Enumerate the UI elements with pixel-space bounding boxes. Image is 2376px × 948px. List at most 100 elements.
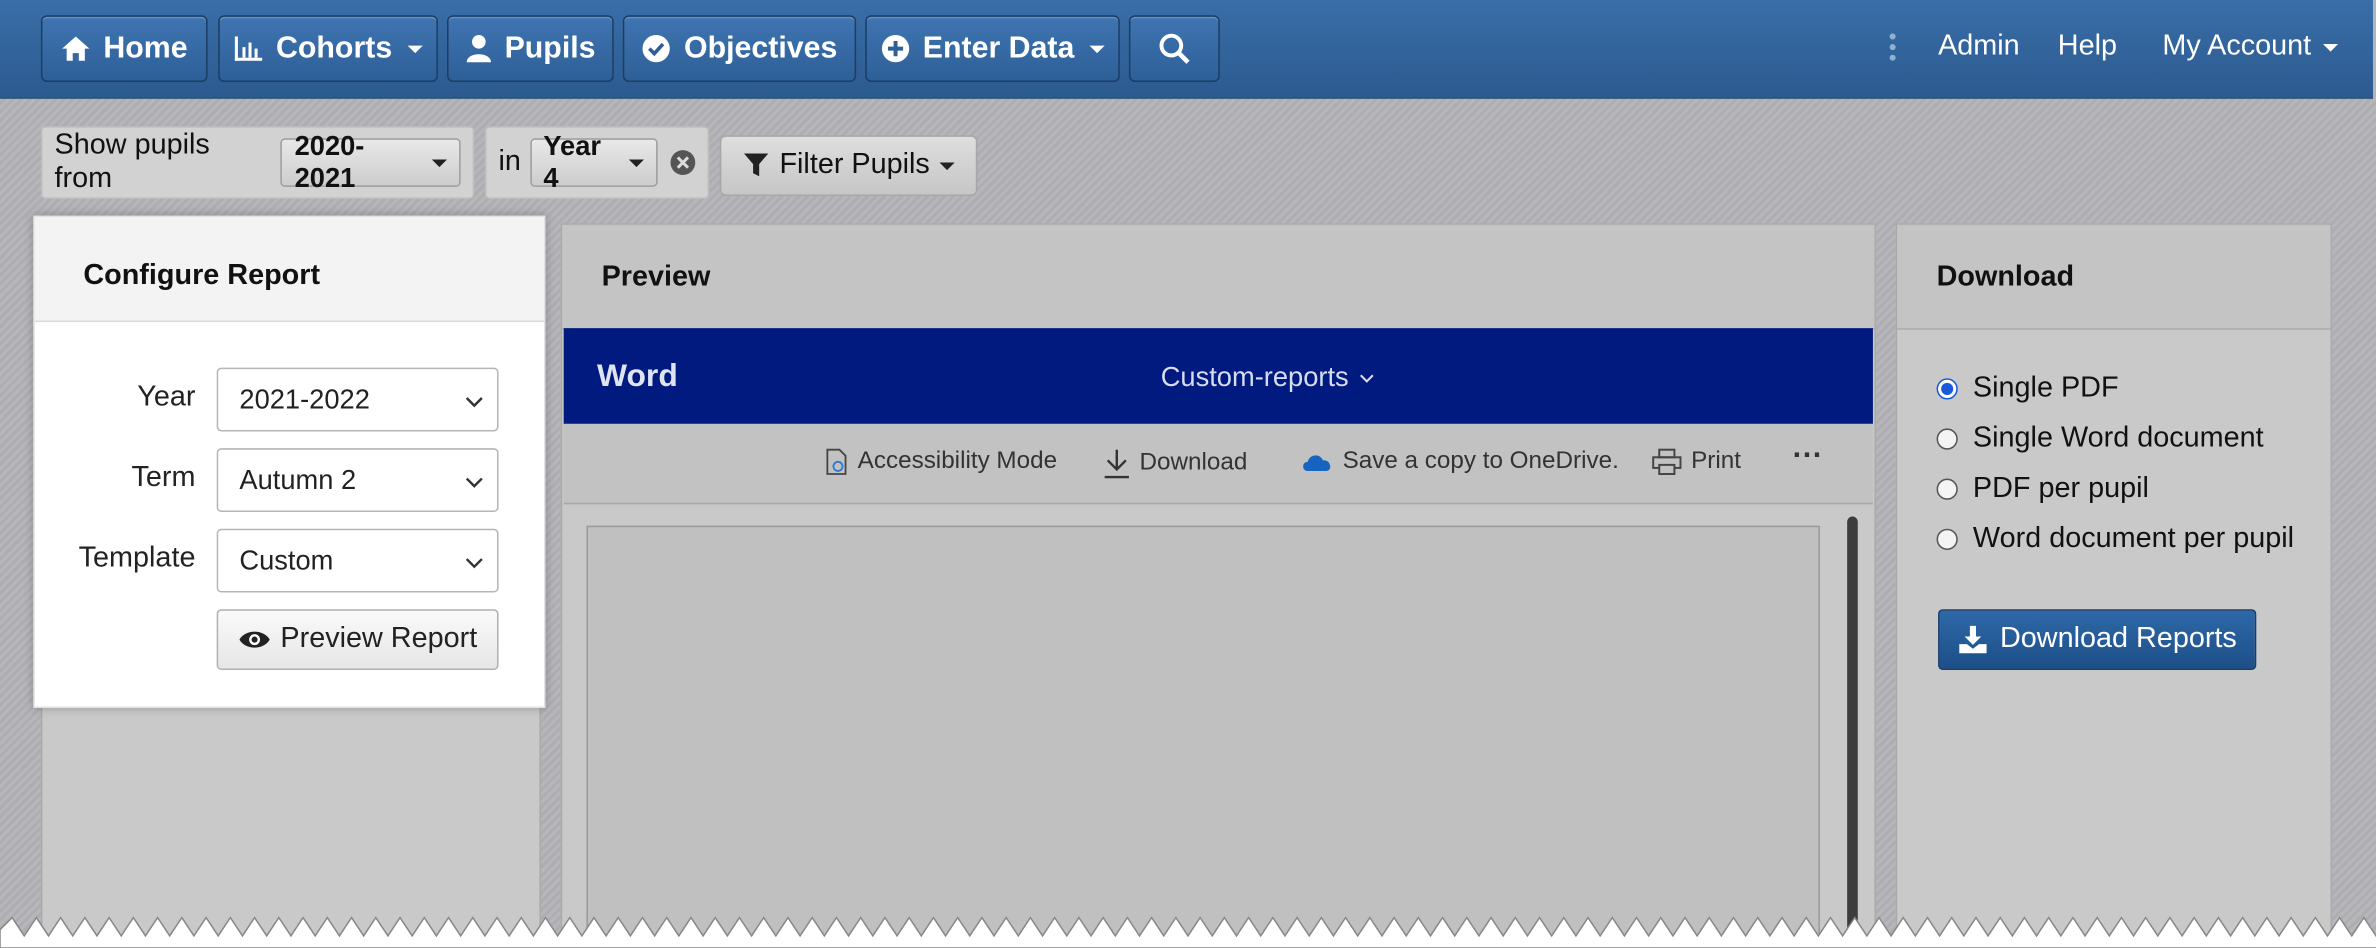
preview-report-label: Preview Report [280,622,478,655]
search-icon [1159,33,1190,64]
chevron-down-icon [1360,373,1374,383]
configure-report-header: Configure Report [34,217,544,323]
nav-pupils-label: Pupils [504,31,596,65]
option-label: Single Word document [1972,422,2264,455]
preview-header: Preview [562,224,1875,330]
home-icon [62,36,90,61]
download-header: Download [1897,224,2331,330]
print-button[interactable]: Print [1652,448,1741,475]
save-to-onedrive-label: Save a copy to OneDrive. [1342,448,1619,474]
chevron-down-icon [1089,44,1105,53]
term-select[interactable]: Autumn 2 [216,448,499,512]
template-label: Template [78,542,196,575]
option-single-word-document[interactable]: Single Word document [1936,422,2264,455]
template-select[interactable]: Custom [216,528,499,593]
download-title: Download [1936,261,2075,294]
download-button[interactable]: Download [1103,448,1247,479]
nav-objectives-button[interactable]: Objectives [622,15,857,83]
option-label: Single PDF [1972,372,2119,405]
document-name: Custom-reports [1160,361,1349,392]
nav-search-button[interactable] [1128,15,1220,83]
chevron-down-icon [2323,43,2339,51]
print-label: Print [1691,448,1741,474]
radio-button[interactable] [1936,478,1958,500]
nav-cohorts-button[interactable]: Cohorts [218,15,438,83]
accessibility-mode-button[interactable]: Accessibility Mode [824,448,1057,475]
term-select-value: Autumn 2 [239,464,357,495]
chevron-down-icon [465,397,483,408]
chevron-down-icon [465,558,483,569]
vertical-scrollbar[interactable] [1847,516,1858,948]
nav-pupils-button[interactable]: Pupils [447,15,614,83]
download-reports-label: Download Reports [1999,622,2237,655]
year-filter-group: Show pupils from 2020-2021 [40,126,475,200]
radio-button[interactable] [1936,378,1958,400]
save-to-onedrive-button[interactable]: Save a copy to OneDrive. [1300,448,1619,475]
nav-cohorts-label: Cohorts [276,31,393,65]
nav-enter-data-label: Enter Data [922,31,1075,65]
option-pdf-per-pupil[interactable]: PDF per pupil [1936,472,2149,505]
download-icon [1104,449,1129,479]
nav-admin-link[interactable]: Admin [1938,30,2020,63]
word-brand: Word [597,358,678,394]
in-label: in [498,145,521,178]
preview-panel: Preview Word Custom-reports Accessibilit… [560,223,1876,948]
close-circle-icon[interactable] [669,149,695,176]
group-value: Year 4 [543,130,601,193]
radio-button[interactable] [1936,528,1958,550]
preview-title: Preview [601,261,711,294]
template-select-value: Custom [239,544,334,576]
option-label: Word document per pupil [1972,522,2295,555]
year-select[interactable]: 2021-2022 [216,367,499,432]
filter-icon [744,153,769,177]
group-dropdown[interactable]: Year 4 [529,131,658,193]
accessibility-icon [826,448,847,475]
nav-divider [1889,33,1896,65]
accessibility-mode-label: Accessibility Mode [857,448,1058,474]
filter-pupils-label: Filter Pupils [779,148,930,181]
torn-edge-decoration [0,916,2376,948]
ellipsis-icon: ··· [1792,439,1823,473]
academic-year-value: 2020-2021 [294,130,365,193]
group-filter-group: in Year 4 [484,126,710,200]
preview-report-button[interactable]: Preview Report [216,609,499,670]
radio-button[interactable] [1936,428,1958,450]
academic-year-dropdown[interactable]: 2020-2021 [280,131,461,193]
more-options-button[interactable]: ··· [1793,439,1823,474]
year-select-value: 2021-2022 [239,383,370,414]
show-pupils-from-label: Show pupils from [54,129,210,195]
option-label: PDF per pupil [1972,472,2149,505]
nav-objectives-label: Objectives [684,31,838,65]
chart-icon [235,36,263,61]
download-tray-icon [1959,625,1987,654]
term-label: Term [131,461,196,494]
check-circle-icon [643,34,671,63]
chevron-down-icon [407,44,423,53]
chevron-down-icon [431,158,447,167]
chevron-down-icon [465,477,483,488]
nav-my-account-link[interactable]: My Account [2162,30,2339,63]
document-page [586,525,1820,948]
user-icon [466,34,491,63]
chevron-down-icon [628,158,644,167]
document-name-dropdown[interactable]: Custom-reports [1161,362,1376,394]
configure-report-title: Configure Report [83,259,321,292]
onedrive-icon [1303,455,1331,471]
filter-pupils-button[interactable]: Filter Pupils [719,135,978,196]
option-word-document-per-pupil[interactable]: Word document per pupil [1936,522,2295,556]
print-icon [1652,448,1682,475]
download-reports-button[interactable]: Download Reports [1938,609,2257,670]
nav-my-account-label: My Account [2162,30,2312,63]
chevron-down-icon [938,161,955,170]
nav-enter-data-button[interactable]: Enter Data [865,15,1120,83]
configure-report-panel: Configure Report Year 2021-2022 Term Aut… [33,215,546,708]
year-label: Year [137,381,196,414]
download-panel: Download Single PDF Single Word document… [1895,223,2333,948]
nav-home-button[interactable]: Home [40,15,208,83]
option-single-pdf[interactable]: Single PDF [1936,372,2119,405]
eye-icon [239,631,270,648]
word-viewer-toolbar: Accessibility Mode Download Save a copy … [563,423,1873,505]
nav-help-link[interactable]: Help [2058,30,2117,63]
nav-home-label: Home [103,31,188,65]
word-viewer-bar: Word Custom-reports [563,328,1873,424]
